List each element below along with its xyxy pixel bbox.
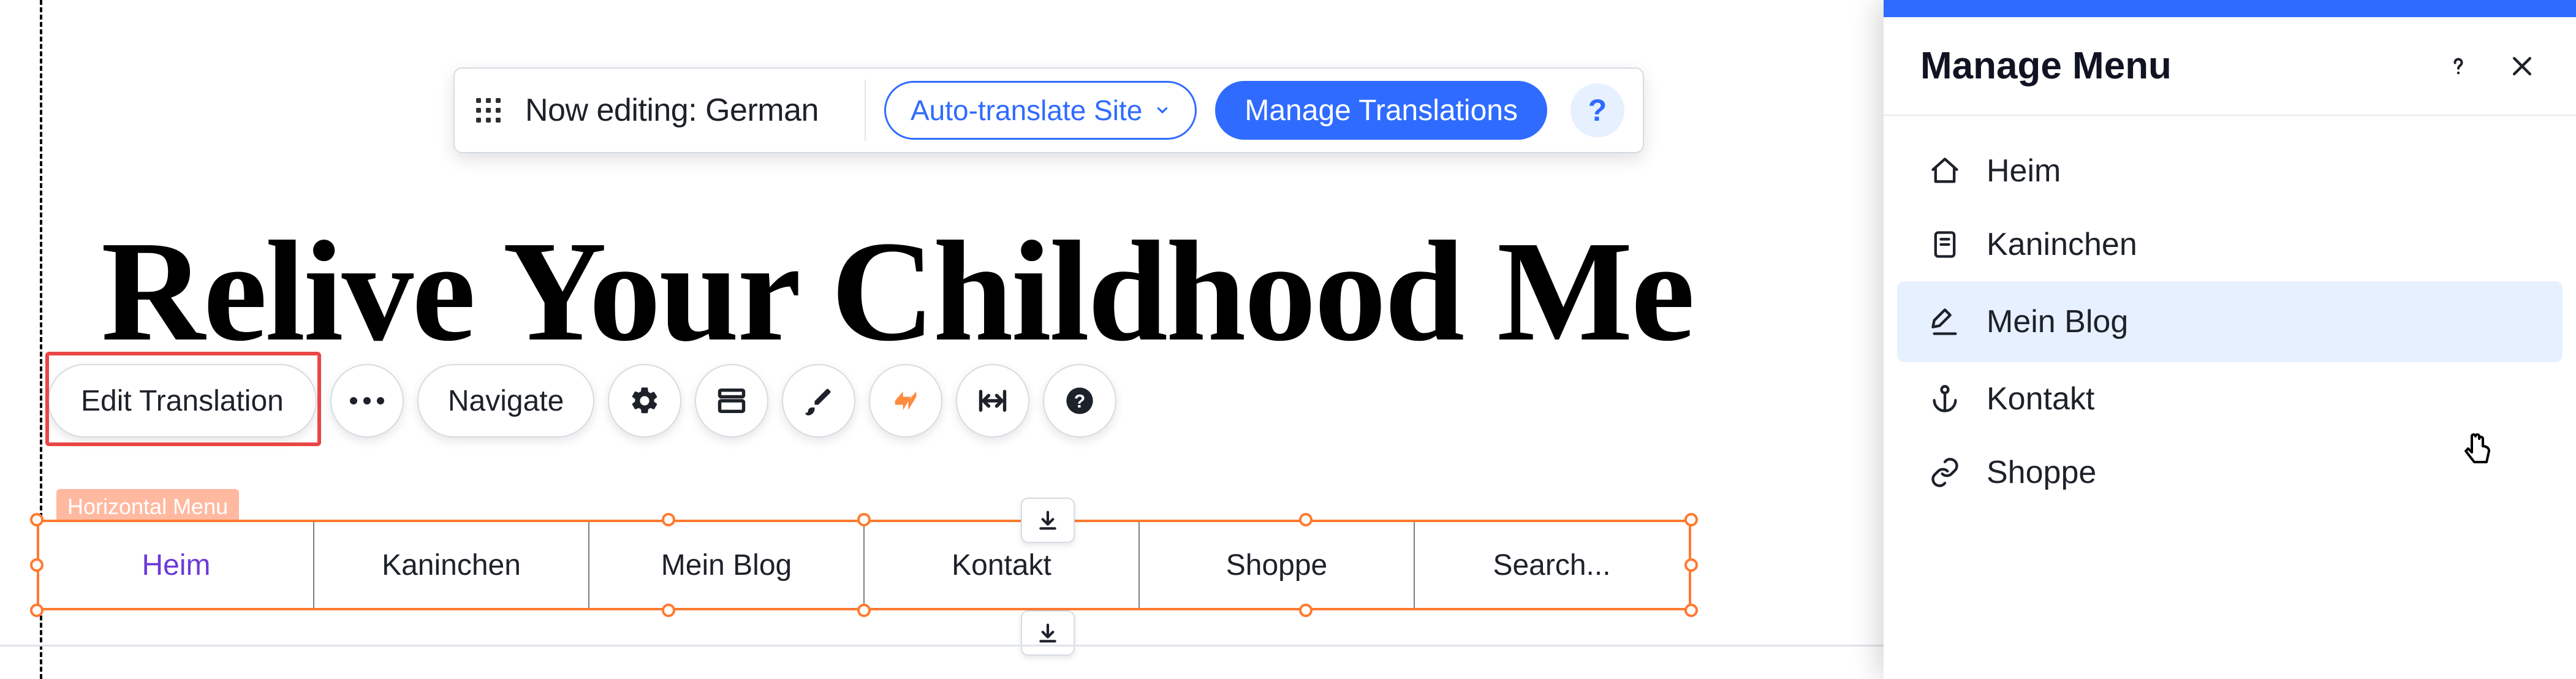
- panel-item-label: Heim: [1987, 153, 2061, 189]
- close-icon: [2509, 53, 2536, 80]
- stretch-button[interactable]: [956, 364, 1029, 438]
- manage-menu-panel: Manage Menu Heim Kaninc: [1884, 0, 2576, 679]
- resize-handle[interactable]: [662, 513, 675, 526]
- menu-item-shoppe[interactable]: Shoppe: [1140, 522, 1415, 608]
- panel-close-button[interactable]: [2505, 49, 2539, 83]
- settings-button[interactable]: [608, 364, 681, 438]
- move-element-down-button[interactable]: [1021, 610, 1075, 656]
- resize-handle[interactable]: [857, 604, 871, 617]
- resize-handle[interactable]: [30, 604, 44, 617]
- question-circle-icon: ?: [1064, 385, 1096, 417]
- navigate-button[interactable]: Navigate: [417, 364, 594, 438]
- horizontal-menu-selection[interactable]: Heim Kaninchen Mein Blog Kontakt Shoppe …: [37, 520, 1691, 610]
- resize-handle[interactable]: [30, 558, 44, 572]
- svg-text:?: ?: [1074, 392, 1086, 412]
- move-element-up-button[interactable]: [1021, 498, 1075, 543]
- page-icon: [1926, 226, 1963, 263]
- more-options-button[interactable]: [330, 364, 404, 438]
- animation-icon: [890, 385, 922, 417]
- ellipsis-icon: [350, 397, 384, 404]
- question-mark-icon: [2445, 53, 2472, 80]
- auto-translate-label: Auto-translate Site: [911, 94, 1142, 127]
- panel-title: Manage Menu: [1920, 44, 2172, 88]
- layout-button[interactable]: [695, 364, 768, 438]
- panel-accent-bar: [1884, 0, 2576, 17]
- panel-help-button[interactable]: [2441, 49, 2476, 83]
- resize-handle[interactable]: [662, 604, 675, 617]
- panel-item-shoppe[interactable]: Shoppe: [1884, 436, 2576, 509]
- resize-handle[interactable]: [30, 513, 44, 526]
- manage-translations-button[interactable]: Manage Translations: [1215, 81, 1547, 140]
- arrow-down-to-line-icon: [1036, 621, 1060, 645]
- editor-toolbar: Now editing: German Auto-translate Site …: [453, 67, 1644, 153]
- gear-icon: [629, 385, 661, 417]
- stretch-icon: [977, 385, 1009, 417]
- resize-handle[interactable]: [1684, 513, 1698, 526]
- page-headline: Relive Your Childhood Me: [101, 208, 1693, 374]
- panel-header: Manage Menu: [1884, 17, 2576, 116]
- link-icon: [1926, 454, 1963, 491]
- panel-menu-list: Heim Kaninchen Mein Blog Kontakt: [1884, 116, 2576, 528]
- arrow-down-to-line-icon: [1036, 508, 1060, 533]
- drag-handle-icon[interactable]: [467, 98, 510, 123]
- pen-icon: [1926, 303, 1963, 340]
- layout-icon: [716, 385, 748, 417]
- element-help-button[interactable]: ?: [1043, 364, 1116, 438]
- menu-item-mein-blog[interactable]: Mein Blog: [589, 522, 865, 608]
- animation-button[interactable]: [869, 364, 942, 438]
- question-mark-icon: ?: [1588, 93, 1607, 128]
- panel-item-label: Kontakt: [1987, 381, 2094, 417]
- horizontal-menu: Heim Kaninchen Mein Blog Kontakt Shoppe …: [37, 520, 1691, 610]
- menu-item-heim[interactable]: Heim: [39, 522, 314, 608]
- panel-item-kaninchen[interactable]: Kaninchen: [1884, 208, 2576, 281]
- panel-item-label: Kaninchen: [1987, 226, 2137, 263]
- resize-handle[interactable]: [1684, 604, 1698, 617]
- chevron-down-icon: [1154, 102, 1170, 118]
- anchor-icon: [1926, 381, 1963, 417]
- paintbrush-icon: [803, 385, 835, 417]
- panel-item-kontakt[interactable]: Kontakt: [1884, 362, 2576, 436]
- edit-translation-button[interactable]: Edit Translation: [48, 364, 317, 438]
- resize-handle[interactable]: [1299, 604, 1313, 617]
- panel-item-label: Mein Blog: [1987, 303, 2128, 340]
- canvas-baseline: [0, 645, 1884, 647]
- menu-item-kontakt[interactable]: Kontakt: [865, 522, 1140, 608]
- auto-translate-dropdown[interactable]: Auto-translate Site: [884, 81, 1197, 140]
- now-editing-label: Now editing: German: [510, 92, 846, 129]
- menu-item-kaninchen[interactable]: Kaninchen: [314, 522, 589, 608]
- resize-handle[interactable]: [857, 513, 871, 526]
- panel-item-heim[interactable]: Heim: [1884, 134, 2576, 208]
- panel-item-mein-blog[interactable]: Mein Blog: [1897, 281, 2563, 362]
- menu-item-search[interactable]: Search...: [1415, 522, 1689, 608]
- toolbar-divider: [865, 80, 866, 141]
- design-button[interactable]: [782, 364, 855, 438]
- resize-handle[interactable]: [1684, 558, 1698, 572]
- context-toolbar: Edit Translation Navigate ?: [48, 364, 1116, 438]
- home-icon: [1926, 153, 1963, 189]
- panel-item-label: Shoppe: [1987, 454, 2096, 491]
- resize-handle[interactable]: [1299, 513, 1313, 526]
- help-button[interactable]: ?: [1570, 83, 1624, 137]
